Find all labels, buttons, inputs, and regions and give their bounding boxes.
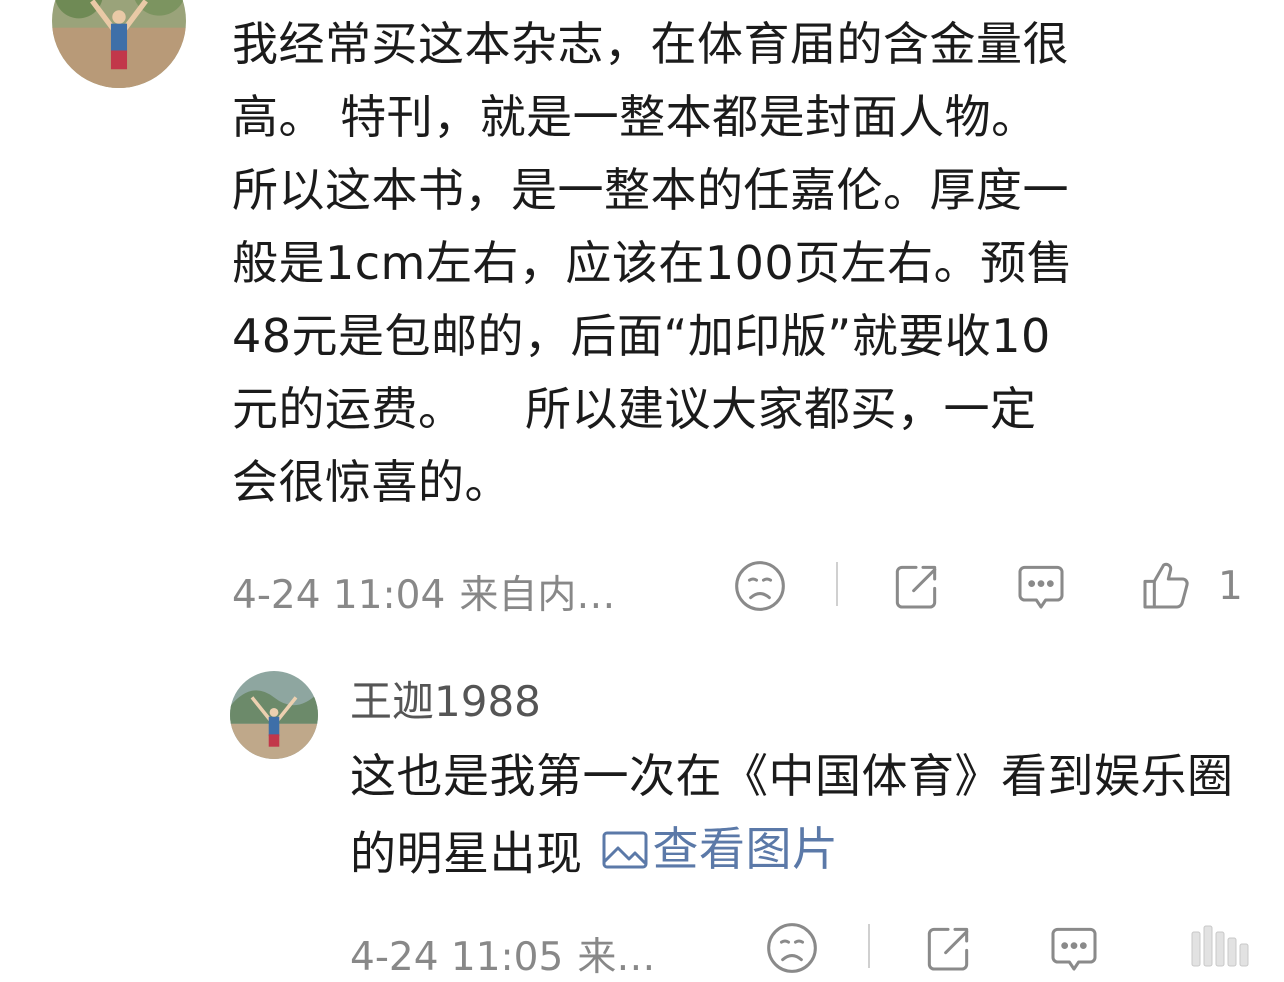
- sad-face-icon[interactable]: [732, 558, 788, 614]
- reply-meta-text: 4-24 11:05 来…: [350, 926, 655, 982]
- sad-face-icon[interactable]: [764, 920, 820, 976]
- comment-meta-text: 4-24 11:04 来自内…: [232, 564, 615, 620]
- picture-icon: [602, 831, 647, 868]
- comment-meta: 4-24 11:04 来自内… 1: [232, 556, 1272, 618]
- reply-time: 4-24 11:05: [350, 935, 564, 980]
- view-image-link[interactable]: 查看图片: [583, 813, 839, 886]
- comment-text: 我经常买这本杂志，在体育届的含金量很 高。 特刊，就是一整本都是封面人物。 所以…: [232, 17, 1074, 509]
- watermark-icon: [1190, 922, 1250, 970]
- avatar-image: [230, 671, 318, 759]
- share-icon[interactable]: [888, 558, 944, 614]
- avatar[interactable]: [52, 0, 186, 88]
- action-divider: [868, 924, 870, 968]
- reply-avatar[interactable]: [230, 671, 318, 759]
- reply-source[interactable]: 来…: [577, 935, 655, 980]
- like-count: 1: [1218, 564, 1243, 609]
- reply-username[interactable]: 王迦1988: [350, 668, 541, 729]
- thumbs-up-icon[interactable]: [1138, 558, 1194, 614]
- avatar-image: [52, 0, 186, 88]
- comment-source[interactable]: 来自内…: [459, 573, 615, 618]
- reply-text: 这也是我第一次在《中国体育》看到娱乐圈的明星出现 查看图片: [350, 740, 1250, 891]
- comment-bubble-icon[interactable]: [1046, 920, 1102, 976]
- reply-meta: 4-24 11:05 来…: [350, 918, 1284, 980]
- action-divider: [836, 562, 838, 606]
- share-icon[interactable]: [920, 920, 976, 976]
- comment-bubble-icon[interactable]: [1013, 558, 1069, 614]
- comment-time: 4-24 11:04: [232, 573, 446, 618]
- view-image-label[interactable]: 查看图片: [653, 813, 839, 886]
